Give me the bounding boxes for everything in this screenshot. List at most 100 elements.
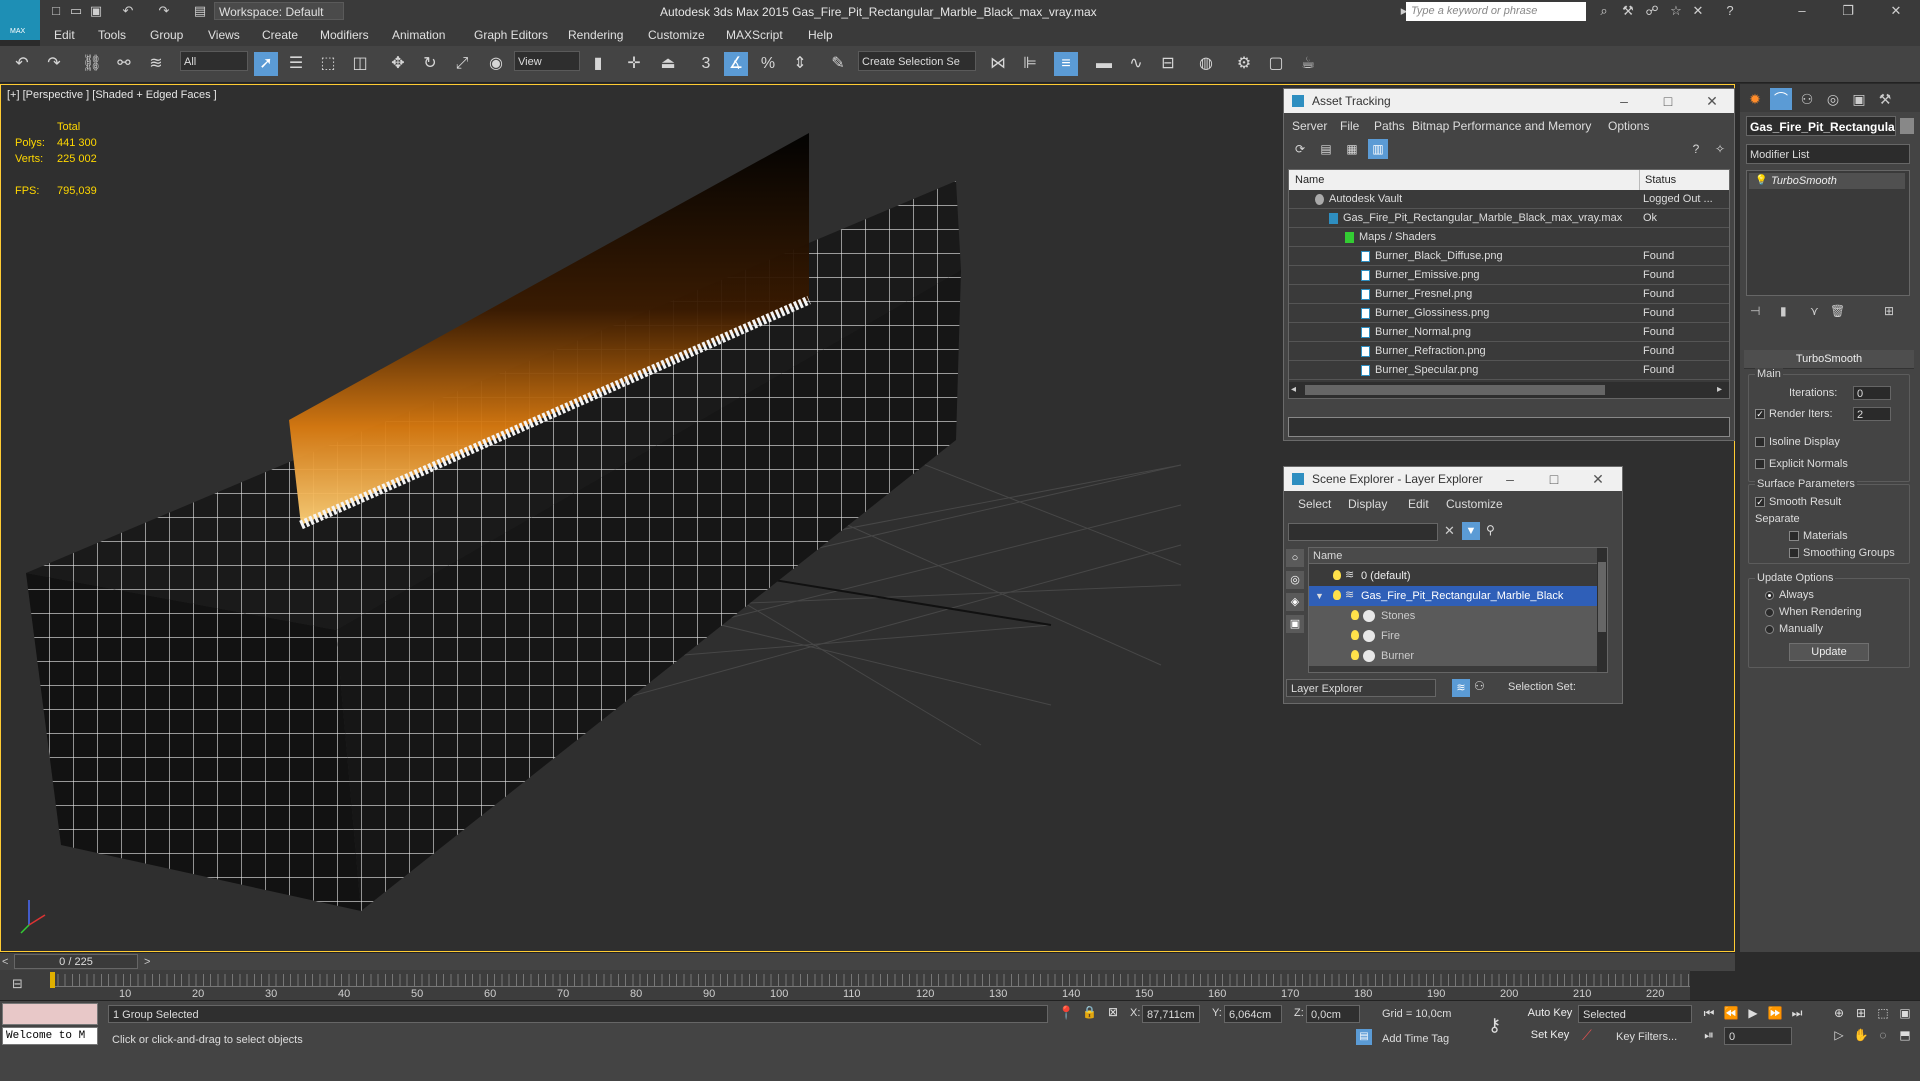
viewport-label[interactable]: [+] [Perspective ] [Shaded + Edged Faces… (7, 89, 217, 101)
field-of-view-icon[interactable]: ▷ (1830, 1027, 1848, 1043)
maximize-icon[interactable]: □ (1534, 467, 1574, 491)
always-radio[interactable] (1765, 591, 1774, 600)
undo-icon[interactable]: ↶ (10, 52, 34, 76)
materials-checkbox[interactable] (1789, 531, 1799, 541)
light-bulb-icon[interactable] (1333, 570, 1341, 580)
render-iters-checkbox[interactable]: ✓ (1755, 409, 1765, 419)
clear-search-icon[interactable]: ✕ (1444, 523, 1455, 539)
asset-tracking-titlebar[interactable]: Asset Tracking – □ ✕ (1284, 89, 1734, 113)
maxscript-listener-input[interactable]: Welcome to M (2, 1027, 98, 1045)
layer-toggle-icon[interactable]: ▣ (1286, 615, 1304, 633)
go-to-end-icon[interactable]: ⏭ (1788, 1005, 1806, 1021)
maxscript-listener-pink[interactable] (2, 1003, 98, 1025)
next-frame-icon[interactable]: ⏩ (1766, 1005, 1784, 1021)
invert-display-icon[interactable]: ◈ (1286, 593, 1304, 611)
display-none-icon[interactable]: ○ (1286, 549, 1304, 567)
subscription-icon[interactable]: ⚒ (1620, 3, 1636, 19)
key-filters-button[interactable]: Key Filters... (1616, 1031, 1677, 1043)
table-view-icon[interactable]: ▥ (1368, 139, 1388, 159)
project-folder-icon[interactable]: ▤ (192, 3, 208, 19)
menu-create[interactable]: Create (262, 24, 298, 46)
at-menu-options[interactable]: Options (1608, 115, 1649, 137)
refresh-icon[interactable]: ⟳ (1290, 139, 1310, 159)
menu-maxscript[interactable]: MAXScript (726, 24, 783, 46)
align-icon[interactable]: ⊫ (1018, 52, 1042, 76)
angle-snap-icon[interactable]: ∡ (724, 52, 748, 76)
minimize-icon[interactable]: – (1490, 467, 1530, 491)
configure-modifier-sets-icon[interactable]: ⊞ (1884, 304, 1894, 318)
menu-group[interactable]: Group (150, 24, 183, 46)
hierarchy-icon[interactable]: ⚇ (1474, 679, 1485, 693)
play-icon[interactable]: ▶ (1744, 1005, 1762, 1021)
menu-rendering[interactable]: Rendering (568, 24, 623, 46)
maximize-icon[interactable]: □ (1648, 89, 1688, 113)
menu-modifiers[interactable]: Modifiers (320, 24, 369, 46)
col-status-header[interactable]: Status (1645, 170, 1676, 190)
vscroll-thumb[interactable] (1598, 562, 1606, 632)
explorer-mode-dropdown[interactable]: Layer Explorer (1286, 679, 1436, 697)
reference-coordinate-dropdown[interactable]: View (514, 51, 580, 71)
schematic-view-icon[interactable]: ⊟ (1156, 52, 1180, 76)
turbosmooth-rollout-header[interactable]: TurboSmooth (1744, 350, 1914, 369)
sort-by-layer-icon[interactable]: ≋ (1452, 679, 1470, 697)
rectangular-selection-icon[interactable]: ⬚ (316, 52, 340, 76)
smoothing-groups-checkbox[interactable] (1789, 548, 1799, 558)
link-icon[interactable]: ⛓ (80, 52, 104, 76)
display-all-icon[interactable]: ◎ (1286, 571, 1304, 589)
motion-tab-icon[interactable]: ◎ (1822, 88, 1844, 110)
table-row[interactable]: Burner_Normal.png Found (1289, 323, 1729, 342)
redo-icon[interactable]: ↷ (156, 3, 172, 19)
list-item[interactable]: ▼ ≋ Gas_Fire_Pit_Rectangular_Marble_Blac… (1309, 586, 1601, 606)
x-coordinate-field[interactable]: 87,711cm (1142, 1005, 1200, 1023)
close-icon[interactable]: ✕ (1888, 3, 1904, 19)
scene-explorer-titlebar[interactable]: Scene Explorer - Layer Explorer – □ ✕ (1284, 467, 1622, 491)
set-key-button[interactable]: Set Key (1524, 1027, 1576, 1045)
table-row[interactable]: Burner_Emissive.png Found (1289, 266, 1729, 285)
smooth-result-checkbox[interactable]: ✓ (1755, 497, 1765, 507)
asset-path-field[interactable] (1288, 417, 1730, 437)
selection-filter-dropdown[interactable]: All (180, 51, 248, 71)
menu-edit[interactable]: Edit (54, 24, 75, 46)
help-icon[interactable]: ? (1686, 139, 1706, 159)
light-bulb-icon[interactable] (1333, 590, 1341, 600)
favorites-star-icon[interactable]: ☆ (1668, 3, 1684, 19)
modifier-toggle-bulb-icon[interactable]: 💡 (1755, 175, 1767, 186)
spinner-snap-icon[interactable]: ⇕ (788, 52, 812, 76)
open-file-icon[interactable]: ▭ (68, 3, 84, 19)
move-icon[interactable]: ✥ (386, 52, 410, 76)
menu-help[interactable]: Help (808, 24, 833, 46)
bind-spacewarp-icon[interactable]: ≋ (144, 52, 168, 76)
object-color-swatch[interactable] (1900, 118, 1914, 134)
binoculars-icon[interactable]: ⌕ (1596, 3, 1612, 19)
zoom-icon[interactable]: ⊕ (1830, 1005, 1848, 1021)
display-tab-icon[interactable]: ▣ (1848, 88, 1870, 110)
exchange-icon[interactable]: ✕ (1690, 3, 1706, 19)
undo-icon[interactable]: ↶ (120, 3, 136, 19)
new-file-icon[interactable]: □ (48, 3, 64, 19)
close-icon[interactable]: ✕ (1692, 89, 1732, 113)
list-view-icon[interactable]: ▤ (1316, 139, 1336, 159)
table-row[interactable]: Burner_Black_Diffuse.png Found (1289, 247, 1729, 266)
when-rendering-radio[interactable] (1765, 608, 1774, 617)
y-coordinate-field[interactable]: 6,064cm (1224, 1005, 1282, 1023)
set-key-mode-key-icon[interactable]: ⚷ (1488, 1015, 1501, 1036)
go-to-start-icon[interactable]: ⏮ (1700, 1005, 1718, 1021)
scene-search-input[interactable] (1288, 523, 1438, 541)
se-menu-select[interactable]: Select (1298, 493, 1331, 515)
time-slider-thumb[interactable]: 0 / 225 (14, 954, 138, 969)
mirror-icon[interactable]: ⋈ (986, 52, 1010, 76)
time-slider[interactable]: < 0 / 225 > (0, 952, 1735, 971)
z-coordinate-field[interactable]: 0,0cm (1306, 1005, 1360, 1023)
track-bar[interactable]: ⊟ 10 20 30 40 50 60 70 80 90 100 110 120… (0, 970, 1690, 1000)
create-tab-icon[interactable]: ✹ (1744, 88, 1766, 110)
curve-editor-icon[interactable]: ∿ (1124, 52, 1148, 76)
se-menu-display[interactable]: Display (1348, 493, 1387, 515)
table-row[interactable]: Autodesk Vault Logged Out ... (1289, 190, 1729, 209)
object-name-field[interactable]: Gas_Fire_Pit_Rectangula (1746, 116, 1896, 136)
stack-item-turbosmooth[interactable]: TurboSmooth (1749, 173, 1905, 189)
scroll-left-icon[interactable]: ◂ (1291, 382, 1296, 398)
isolate-selection-icon[interactable]: 📍 (1058, 1005, 1074, 1021)
iterations-spinner[interactable]: 0 (1853, 386, 1891, 400)
zoom-all-icon[interactable]: ⊞ (1852, 1005, 1870, 1021)
se-menu-customize[interactable]: Customize (1446, 493, 1503, 515)
